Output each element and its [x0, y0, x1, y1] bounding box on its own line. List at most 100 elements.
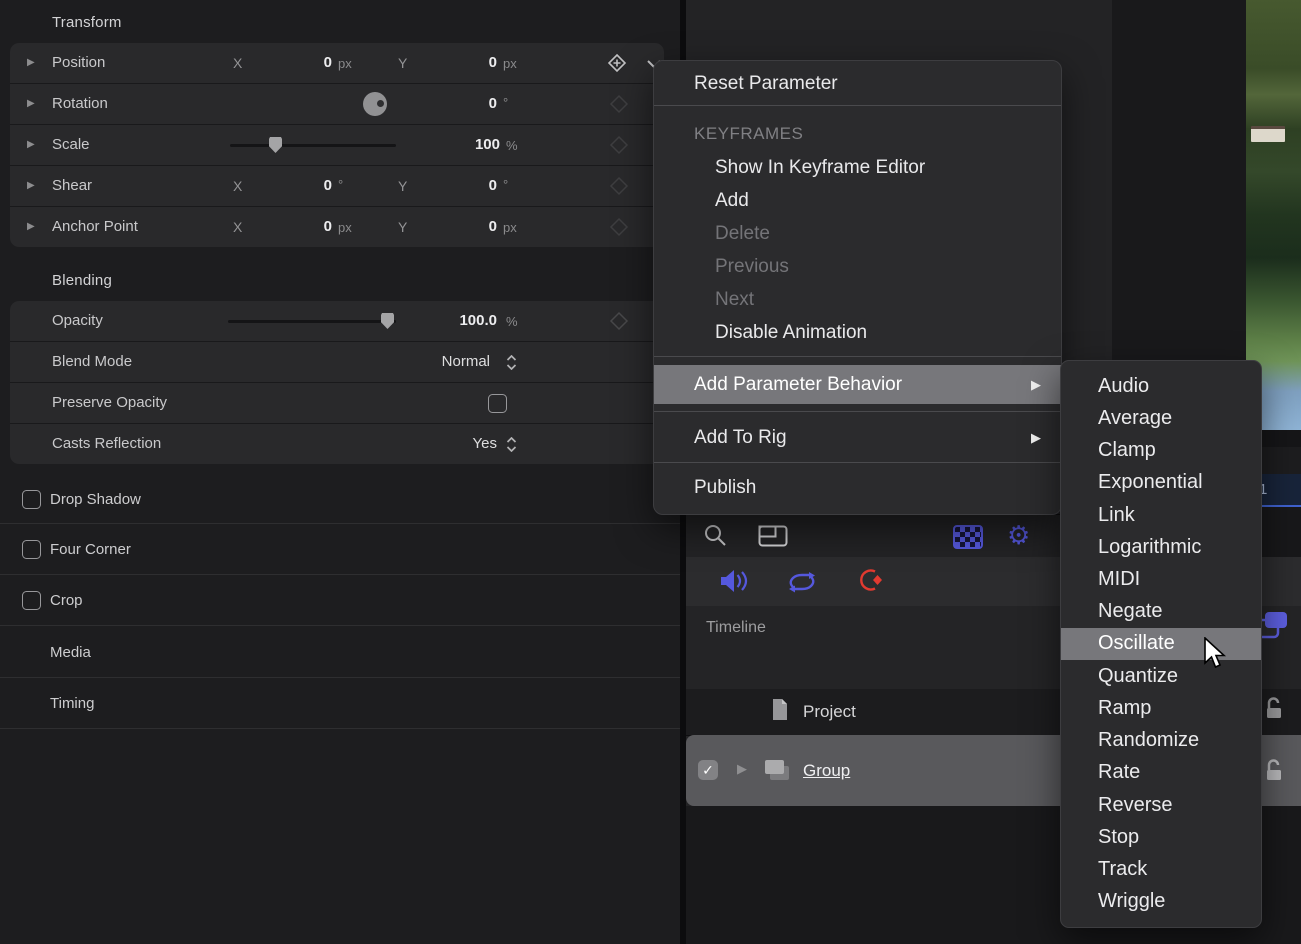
row-blend-mode: Blend Mode Normal	[10, 341, 664, 382]
submenu-item-wriggle[interactable]: Wriggle	[1061, 886, 1261, 918]
keyframe-button[interactable]	[609, 94, 629, 114]
menu-item-add[interactable]: Add	[654, 184, 1061, 217]
param-label: Anchor Point	[52, 218, 138, 235]
menu-divider	[654, 105, 1061, 106]
submenu-item-negate[interactable]: Negate	[1061, 596, 1261, 628]
scale-slider-thumb[interactable]	[269, 137, 282, 153]
menu-item-disable-animation[interactable]: Disable Animation	[654, 316, 1061, 349]
submenu-item-reverse[interactable]: Reverse	[1061, 789, 1261, 821]
param-label: Opacity	[52, 312, 103, 329]
popup-stepper-icon[interactable]	[506, 355, 517, 370]
transparency-checkerboard-icon[interactable]	[953, 525, 983, 549]
y-unit-label: px	[503, 56, 517, 71]
rotation-dial[interactable]	[363, 92, 387, 116]
y-axis-label: Y	[398, 178, 407, 194]
x-value-field[interactable]: 0	[250, 54, 332, 71]
disclosure-triangle[interactable]: ▶	[27, 140, 35, 150]
submenu-item-link[interactable]: Link	[1061, 499, 1261, 531]
row-crop: Crop	[0, 575, 680, 626]
menu-item-add-parameter-behavior[interactable]: Add Parameter Behavior ▶	[654, 365, 1061, 404]
menu-item-show-in-keyframe-editor[interactable]: Show In Keyframe Editor	[654, 151, 1061, 184]
group-label: Drop Shadow	[50, 491, 141, 508]
rotation-value-field[interactable]: 0	[410, 95, 497, 112]
submenu-item-ramp[interactable]: Ramp	[1061, 692, 1261, 724]
x-axis-label: X	[233, 178, 242, 194]
unlocked-padlock-icon[interactable]	[1262, 695, 1288, 721]
keyframe-button[interactable]	[609, 176, 629, 196]
search-icon[interactable]	[703, 523, 729, 549]
settings-gear-icon[interactable]: ⚙	[1007, 522, 1030, 548]
loop-icon[interactable]	[785, 569, 819, 595]
param-label: Preserve Opacity	[52, 394, 167, 411]
record-keyframe-icon[interactable]	[855, 567, 885, 593]
display-frame-icon[interactable]	[758, 525, 788, 547]
crop-checkbox[interactable]	[22, 591, 41, 610]
unlocked-padlock-icon[interactable]	[1262, 757, 1288, 783]
y-value-field[interactable]: 0	[410, 177, 497, 194]
x-axis-label: X	[233, 55, 242, 71]
mouse-cursor	[1203, 637, 1227, 671]
keyframe-button[interactable]	[609, 217, 629, 237]
add-keyframe-icon[interactable]	[607, 53, 627, 73]
blend-mode-popup[interactable]: Normal	[390, 353, 490, 370]
y-value-field[interactable]: 0	[410, 54, 497, 71]
submenu-item-quantize[interactable]: Quantize	[1061, 660, 1261, 692]
disclosure-triangle[interactable]: ▶	[27, 181, 35, 191]
group-activation-checkbox[interactable]: ✓	[698, 760, 718, 780]
submenu-item-randomize[interactable]: Randomize	[1061, 725, 1261, 757]
param-label: Shear	[52, 177, 92, 194]
keyframe-button[interactable]	[609, 311, 629, 331]
scale-unit-label: %	[506, 138, 518, 153]
menu-divider	[654, 411, 1061, 412]
row-four-corner: Four Corner	[0, 524, 680, 575]
opacity-slider-track[interactable]	[228, 320, 396, 323]
menu-item-publish[interactable]: Publish	[654, 468, 1061, 508]
y-value-field[interactable]: 0	[410, 218, 497, 235]
param-label: Scale	[52, 136, 90, 153]
disclosure-triangle[interactable]: ▶	[737, 764, 747, 774]
group-label: Media	[50, 644, 91, 661]
scale-slider-track[interactable]	[230, 144, 396, 147]
submenu-arrow-icon: ▶	[1031, 365, 1041, 404]
menu-item-add-to-rig[interactable]: Add To Rig ▶	[654, 418, 1061, 458]
y-unit-label: px	[503, 220, 517, 235]
x-value-field[interactable]: 0	[250, 177, 332, 194]
submenu-item-logarithmic[interactable]: Logarithmic	[1061, 531, 1261, 563]
opacity-value-field[interactable]: 100.0	[390, 312, 497, 329]
row-position: ▶ Position X 0 px Y 0 px	[10, 43, 664, 83]
preserve-opacity-checkbox[interactable]	[488, 394, 507, 413]
submenu-item-midi[interactable]: MIDI	[1061, 563, 1261, 595]
submenu-item-clamp[interactable]: Clamp	[1061, 434, 1261, 466]
drop-shadow-checkbox[interactable]	[22, 490, 41, 509]
casts-reflection-popup[interactable]: Yes	[410, 435, 497, 452]
y-unit-label: °	[503, 177, 508, 192]
submenu-item-average[interactable]: Average	[1061, 402, 1261, 434]
menu-item-reset-parameter[interactable]: Reset Parameter	[654, 67, 1061, 101]
keyframe-button[interactable]	[609, 135, 629, 155]
submenu-item-oscillate[interactable]: Oscillate	[1061, 628, 1261, 660]
param-label: Blend Mode	[52, 353, 132, 370]
behavior-submenu: Audio Average Clamp Exponential Link Log…	[1060, 360, 1262, 928]
param-label: Position	[52, 54, 105, 71]
y-axis-label: Y	[398, 55, 407, 71]
disclosure-triangle[interactable]: ▶	[27, 222, 35, 232]
submenu-item-track[interactable]: Track	[1061, 854, 1261, 886]
group-label[interactable]: Group	[803, 761, 850, 781]
scale-value-field[interactable]: 100	[410, 136, 500, 153]
popup-stepper-icon[interactable]	[506, 437, 517, 452]
audio-speaker-icon[interactable]	[718, 568, 748, 594]
menu-divider	[654, 356, 1061, 357]
submenu-item-stop[interactable]: Stop	[1061, 821, 1261, 853]
disclosure-triangle[interactable]: ▶	[27, 99, 35, 109]
timeline-label: Timeline	[706, 619, 766, 637]
submenu-item-rate[interactable]: Rate	[1061, 757, 1261, 789]
inspector-panel: Transform ▶ Position X 0 px Y 0 px	[0, 0, 680, 944]
submenu-item-exponential[interactable]: Exponential	[1061, 467, 1261, 499]
x-value-field[interactable]: 0	[250, 218, 332, 235]
four-corner-checkbox[interactable]	[22, 540, 41, 559]
row-casts-reflection: Casts Reflection Yes	[10, 423, 664, 464]
disclosure-triangle[interactable]: ▶	[27, 58, 35, 68]
row-anchor-point: ▶ Anchor Point X 0 px Y 0 px	[10, 206, 664, 247]
group-label: Crop	[50, 592, 83, 609]
submenu-item-audio[interactable]: Audio	[1061, 370, 1261, 402]
